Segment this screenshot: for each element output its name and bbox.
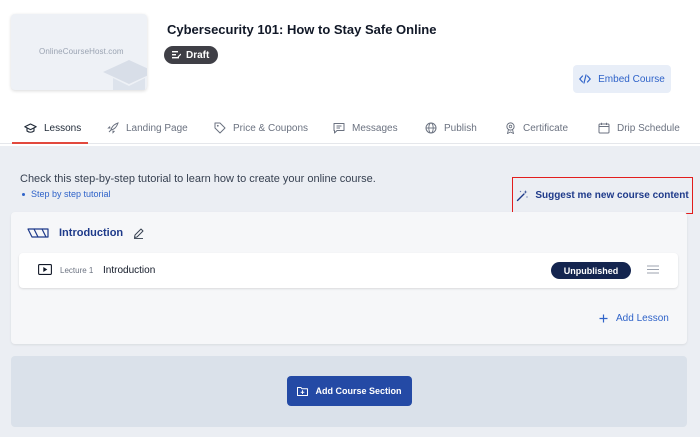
globe-icon xyxy=(425,122,437,134)
calendar-icon xyxy=(598,122,610,134)
rocket-icon xyxy=(107,122,119,134)
suggest-content-button[interactable]: Suggest me new course content xyxy=(512,177,693,214)
bullet-dot xyxy=(22,192,25,196)
status-badge-label: Draft xyxy=(186,49,210,61)
message-icon xyxy=(333,123,345,134)
add-course-section-label: Add Course Section xyxy=(315,386,402,396)
add-lesson-button[interactable]: Add Lesson xyxy=(599,313,669,324)
drag-handle-icon[interactable] xyxy=(647,265,659,274)
course-title: Cybersecurity 101: How to Stay Safe Onli… xyxy=(167,22,437,37)
edit-icon[interactable] xyxy=(133,228,144,239)
draft-icon xyxy=(172,51,181,59)
tutorial-link-label: Step by step tutorial xyxy=(31,189,111,199)
lecture-number: Lecture 1 xyxy=(60,266,94,275)
tab-label: Drip Schedule xyxy=(617,122,680,134)
section-title: Introduction xyxy=(59,227,124,239)
status-badge[interactable]: Draft xyxy=(164,46,219,64)
tab-landing-page[interactable]: Landing Page xyxy=(107,112,188,144)
tab-label: Messages xyxy=(352,122,398,134)
tab-label: Certificate xyxy=(523,122,569,134)
folder-plus-icon xyxy=(297,387,309,396)
tab-drip-schedule[interactable]: Drip Schedule xyxy=(598,112,680,144)
tab-messages[interactable]: Messages xyxy=(333,112,398,144)
graduation-cap-icon xyxy=(24,122,37,133)
plus-icon xyxy=(599,314,608,323)
magic-wand-icon xyxy=(517,190,529,202)
book-open-icon xyxy=(27,228,49,238)
add-section-area: Add Course Section xyxy=(11,356,687,427)
embed-course-button[interactable]: Embed Course xyxy=(573,65,671,93)
embed-course-label: Embed Course xyxy=(598,73,665,85)
add-lesson-label: Add Lesson xyxy=(616,313,669,324)
lecture-title: Introduction xyxy=(103,265,156,276)
lecture-row[interactable]: Lecture 1 Introduction Unpublished xyxy=(19,253,678,288)
tab-publish[interactable]: Publish xyxy=(425,112,477,144)
tutorial-text: Check this step-by-step tutorial to lear… xyxy=(20,173,376,185)
tab-label: Price & Coupons xyxy=(233,122,309,134)
tab-label: Lessons xyxy=(44,122,82,134)
thumbnail-text: OnlineCourseHost.com xyxy=(39,47,124,56)
course-tabs: Lessons Landing Page Price & Coupons Mes… xyxy=(0,112,700,144)
course-thumbnail[interactable]: OnlineCourseHost.com xyxy=(11,14,147,90)
video-play-icon xyxy=(38,264,52,275)
tab-label: Publish xyxy=(444,122,477,134)
tab-certificate[interactable]: Certificate xyxy=(505,112,568,144)
unpublished-badge[interactable]: Unpublished xyxy=(551,262,631,279)
tag-icon xyxy=(214,122,226,134)
course-header: OnlineCourseHost.com Cybersecurity 101: … xyxy=(0,0,700,110)
add-course-section-button[interactable]: Add Course Section xyxy=(287,376,412,406)
tab-label: Landing Page xyxy=(126,122,188,134)
tab-price-coupons[interactable]: Price & Coupons xyxy=(214,112,308,144)
active-tab-indicator xyxy=(12,142,88,144)
tutorial-link[interactable]: Step by step tutorial xyxy=(22,189,111,199)
tab-lessons[interactable]: Lessons xyxy=(24,112,81,144)
suggest-content-label: Suggest me new course content xyxy=(535,190,689,201)
certificate-icon xyxy=(506,122,515,134)
lessons-panel: Check this step-by-step tutorial to lear… xyxy=(0,146,700,437)
section-header: Introduction xyxy=(27,227,144,239)
course-section: Introduction Lecture 1 Introduction Unpu… xyxy=(11,212,687,344)
code-icon xyxy=(579,74,592,84)
graduation-cap-watermark xyxy=(103,60,147,90)
